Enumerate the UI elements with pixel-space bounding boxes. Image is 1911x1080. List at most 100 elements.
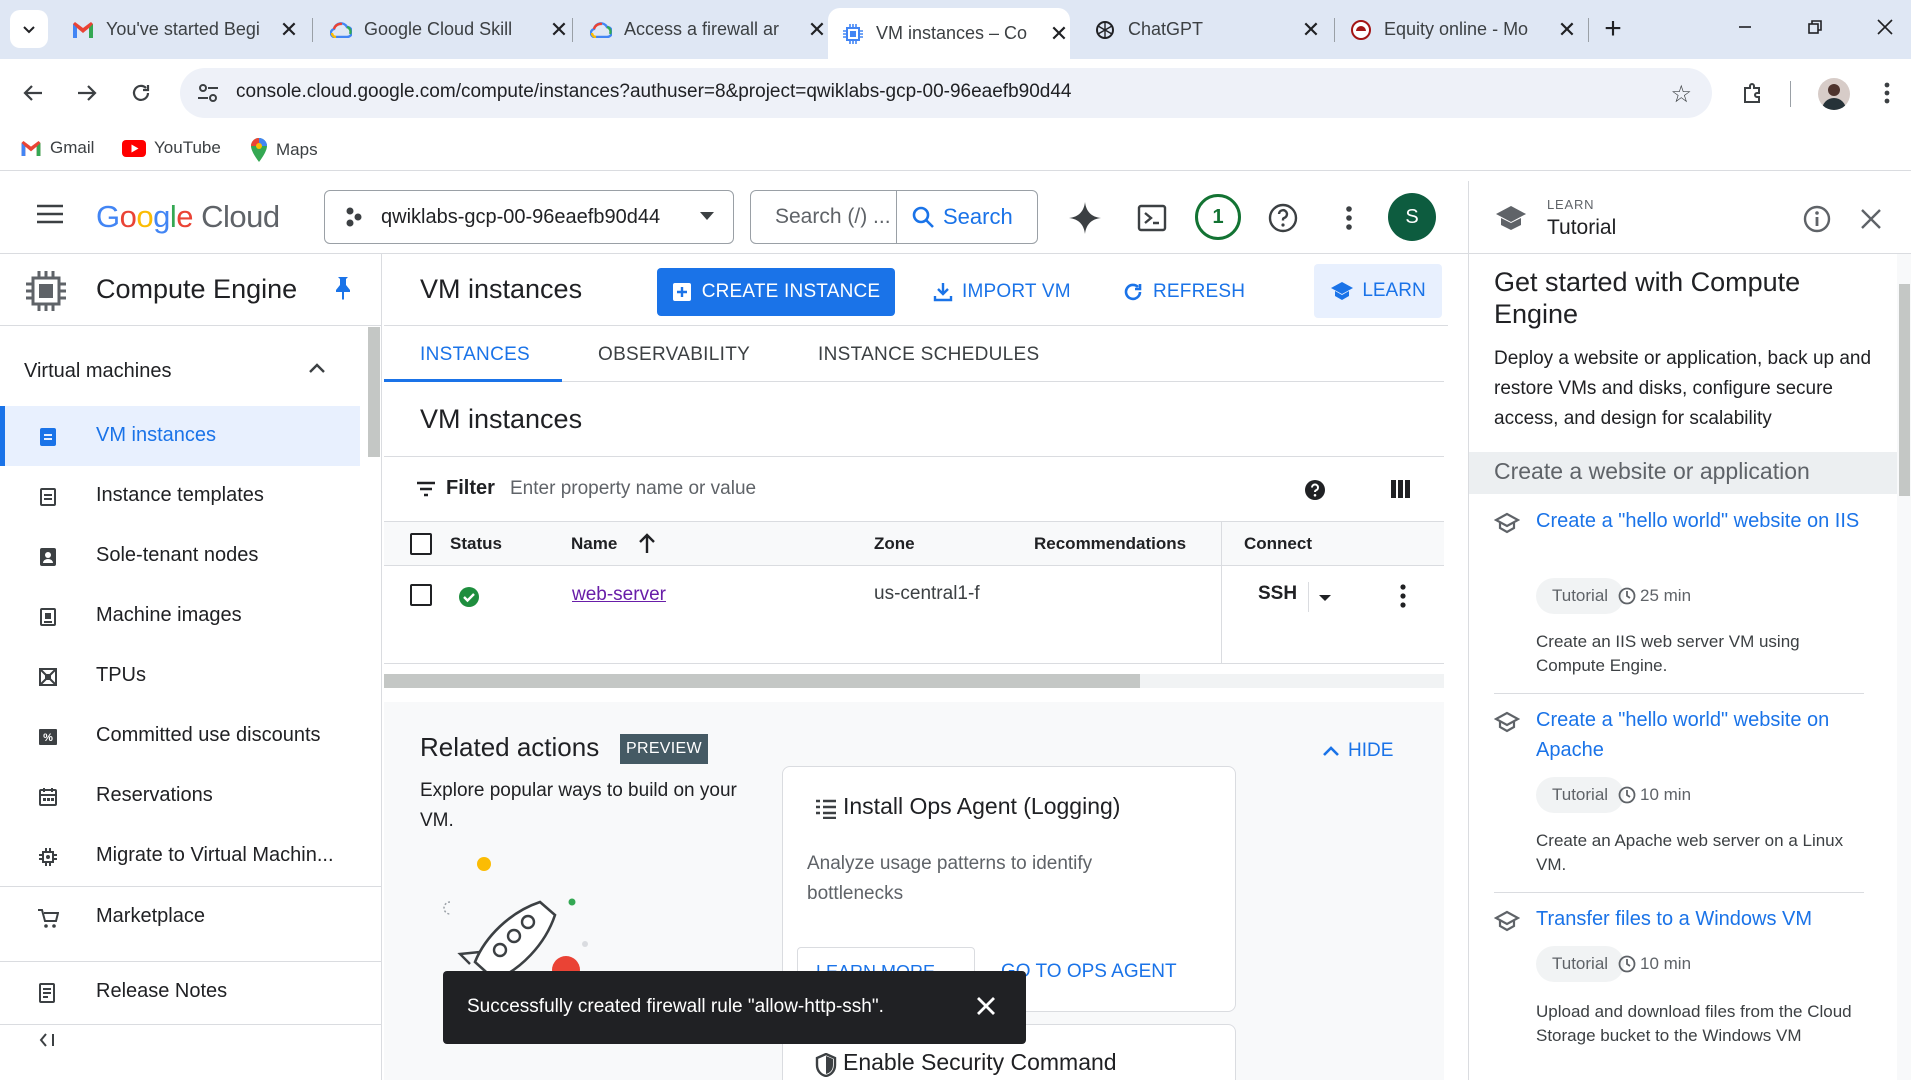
browser-tab-vm-instances[interactable]: VM instances – Co ✕ (828, 8, 1070, 59)
close-tab-icon[interactable]: ✕ (1300, 17, 1322, 42)
browser-tab-cloud-skills[interactable]: Google Cloud Skill ✕ (318, 8, 570, 51)
column-name[interactable]: Name (571, 534, 617, 554)
browser-tab-gmail[interactable]: You've started Begi ✕ (60, 8, 300, 51)
sidebar-item-migrate[interactable]: Migrate to Virtual Machin... (0, 826, 381, 886)
site-settings-icon[interactable] (196, 81, 220, 105)
profile-photo-icon (1822, 84, 1846, 110)
close-tab-icon[interactable]: ✕ (548, 17, 570, 42)
new-tab-button[interactable]: + (1598, 12, 1628, 45)
tutorial-link[interactable]: Transfer files to a Windows VM (1536, 904, 1876, 934)
sidebar-item-reservations[interactable]: Reservations (0, 766, 381, 826)
close-tab-icon[interactable]: ✕ (806, 17, 828, 42)
column-recommendations[interactable]: Recommendations (1034, 534, 1186, 554)
extensions-button[interactable] (1736, 76, 1770, 110)
sidebar-item-instance-templates[interactable]: Instance templates (0, 466, 381, 526)
close-window-button[interactable] (1870, 12, 1900, 42)
more-options-button[interactable] (1332, 201, 1366, 235)
table-horizontal-scrollbar[interactable] (384, 674, 1140, 688)
gemini-button[interactable] (1068, 201, 1102, 235)
select-all-checkbox[interactable] (410, 533, 432, 555)
puzzle-icon (1744, 83, 1760, 103)
google-cloud-logo[interactable]: Google Cloud (96, 199, 280, 235)
column-display-icon[interactable] (1390, 479, 1410, 499)
gemini-sparkle-icon (1069, 202, 1101, 234)
instance-name-link[interactable]: web-server (572, 584, 666, 606)
sidebar-item-marketplace[interactable]: Marketplace (0, 887, 381, 947)
restore-button[interactable] (1800, 12, 1830, 42)
school-icon (1494, 512, 1520, 534)
tab-instances[interactable]: INSTANCES (420, 344, 530, 366)
sidebar-item-sole-tenant-nodes[interactable]: Sole-tenant nodes (0, 526, 381, 586)
account-avatar[interactable]: S (1388, 193, 1436, 241)
tutorial-item-iis[interactable]: Create a "hello world" website on IIS Tu… (1494, 506, 1876, 686)
search-input[interactable]: Search (/) ... (751, 191, 897, 243)
compute-engine-icon (24, 269, 68, 313)
import-vm-button[interactable]: IMPORT VM (933, 268, 1071, 316)
sidebar-item-machine-images[interactable]: Machine images (0, 586, 381, 646)
row-checkbox[interactable] (410, 584, 432, 606)
refresh-button[interactable]: REFRESH (1122, 268, 1245, 316)
sidebar-scrollbar[interactable] (368, 327, 380, 457)
address-bar[interactable]: console.cloud.google.com/compute/instanc… (180, 68, 1712, 118)
search-button[interactable]: Search (897, 191, 1037, 243)
browser-menu-button[interactable] (1870, 76, 1904, 110)
tutorial-item-apache[interactable]: Create a "hello world" website on Apache… (1494, 705, 1876, 885)
reload-button[interactable] (124, 76, 158, 110)
close-tab-icon[interactable]: ✕ (278, 17, 300, 42)
filter-input[interactable]: Enter property name or value (510, 478, 756, 500)
tutorial-link[interactable]: Create a "hello world" website on IIS (1536, 506, 1876, 536)
tutorial-item-transfer-files[interactable]: Transfer files to a Windows VM Tutorial … (1494, 904, 1876, 1080)
chevron-up-icon (308, 362, 326, 374)
filter-help-icon[interactable] (1304, 479, 1326, 501)
collapse-nav-button[interactable] (38, 1032, 56, 1048)
close-panel-button[interactable] (1859, 207, 1883, 231)
sidebar-item-release-notes[interactable]: Release Notes (0, 962, 381, 1024)
cloud-shell-button[interactable] (1135, 201, 1169, 235)
tab-search-button[interactable] (10, 10, 48, 48)
pin-icon[interactable] (334, 276, 352, 300)
sidebar-item-vm-instances[interactable]: VM instances (0, 406, 360, 466)
column-zone[interactable]: Zone (874, 534, 915, 554)
back-button[interactable] (16, 76, 50, 110)
tutorial-scrollbar[interactable] (1897, 254, 1911, 1080)
template-icon (36, 485, 60, 509)
bookmark-youtube[interactable]: YouTube (122, 138, 221, 158)
help-button[interactable] (1266, 201, 1300, 235)
minimize-button[interactable] (1730, 12, 1760, 42)
browser-tab-firewall[interactable]: Access a firewall ar ✕ (578, 8, 828, 51)
bookmark-star-icon[interactable]: ☆ (1670, 80, 1692, 109)
row-actions-icon[interactable] (1400, 584, 1406, 608)
ssh-button[interactable]: SSH (1258, 583, 1297, 605)
column-status[interactable]: Status (450, 534, 502, 554)
browser-tab-chatgpt[interactable]: ChatGPT ✕ (1082, 8, 1322, 51)
project-name: qwiklabs-gcp-00-96eaefb90d44 (381, 205, 661, 228)
tutorial-description: Deploy a website or application, back up… (1494, 348, 1872, 429)
info-button[interactable] (1803, 205, 1831, 233)
main-menu-button[interactable] (36, 203, 64, 225)
tab-observability[interactable]: OBSERVABILITY (598, 344, 750, 366)
ssh-dropdown-icon[interactable] (1318, 594, 1332, 602)
browser-tab-equity[interactable]: Equity online - Mo ✕ (1340, 8, 1578, 51)
go-to-ops-agent-button[interactable]: GO TO OPS AGENT (1001, 961, 1177, 983)
filter-bar: Filter Enter property name or value (384, 456, 1444, 522)
hide-related-button[interactable]: HIDE (1322, 740, 1393, 762)
forward-button[interactable] (70, 76, 104, 110)
profile-avatar[interactable] (1818, 78, 1850, 110)
tutorial-link[interactable]: Create a "hello world" website on Apache (1536, 705, 1876, 765)
virtual-machines-section[interactable]: Virtual machines (0, 326, 381, 406)
project-selector[interactable]: qwiklabs-gcp-00-96eaefb90d44 (324, 190, 734, 244)
sidebar-item-committed-use-discounts[interactable]: % Committed use discounts (0, 706, 381, 766)
learn-button[interactable]: LEARN (1314, 264, 1442, 318)
bookmark-maps[interactable]: Maps (250, 138, 318, 162)
column-connect[interactable]: Connect (1244, 534, 1312, 554)
tab-instance-schedules[interactable]: INSTANCE SCHEDULES (818, 344, 1039, 366)
sort-ascending-icon[interactable] (638, 532, 656, 554)
close-tab-icon[interactable]: ✕ (1556, 17, 1578, 42)
url-text: console.cloud.google.com/compute/instanc… (236, 81, 1072, 102)
notifications-badge[interactable]: 1 (1195, 194, 1241, 240)
bookmark-gmail[interactable]: Gmail (20, 138, 94, 158)
toast-close-button[interactable] (973, 993, 999, 1019)
sidebar-item-tpus[interactable]: TPUs (0, 646, 381, 706)
close-tab-icon[interactable]: ✕ (1048, 21, 1070, 46)
create-instance-button[interactable]: CREATE INSTANCE (657, 268, 895, 316)
